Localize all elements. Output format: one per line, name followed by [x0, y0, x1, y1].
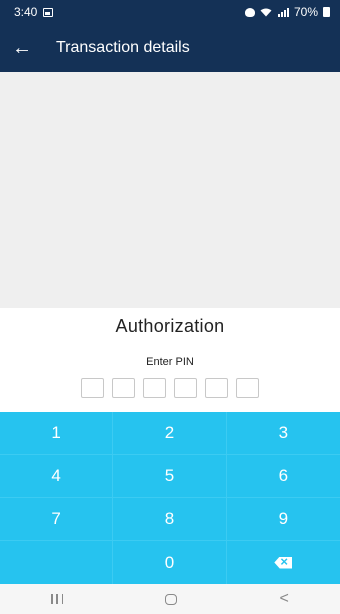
- empty-key: [0, 541, 114, 584]
- signal-icon: [277, 7, 289, 17]
- pin-digit-box[interactable]: [112, 378, 135, 398]
- pin-digit-box[interactable]: [236, 378, 259, 398]
- status-time: 3:40: [14, 5, 38, 19]
- battery-icon: [323, 7, 330, 17]
- authorization-title: Authorization: [115, 316, 225, 336]
- pin-digit-box[interactable]: [205, 378, 228, 398]
- key-label: 5: [164, 466, 175, 485]
- key-label: 8: [164, 509, 175, 528]
- key-8[interactable]: 8: [113, 498, 227, 541]
- key-label: 6: [278, 466, 289, 485]
- key-7[interactable]: 7: [0, 498, 114, 541]
- key-1[interactable]: 1: [0, 412, 114, 455]
- screen: 3:40 70% ← Transaction details Authoriza…: [0, 0, 340, 614]
- transaction-details-area: [0, 72, 340, 308]
- numeric-keypad: 1 2 3 4 5 6 7 8 9 0: [0, 412, 340, 584]
- key-3[interactable]: 3: [226, 412, 340, 455]
- key-label: 1: [51, 423, 61, 442]
- back-button[interactable]: ←: [0, 24, 44, 72]
- key-label: 3: [278, 423, 289, 442]
- pin-digit-box[interactable]: [143, 378, 166, 398]
- arrow-left-icon: ←: [12, 36, 32, 59]
- wifi-icon: [260, 8, 272, 16]
- key-2[interactable]: 2: [113, 412, 227, 455]
- nav-back-icon[interactable]: <: [280, 590, 289, 608]
- image-notification-icon: [43, 7, 54, 17]
- key-4[interactable]: 4: [0, 455, 114, 498]
- key-6[interactable]: 6: [226, 455, 340, 498]
- pin-label: Enter PIN: [146, 356, 194, 368]
- key-label: 4: [51, 466, 61, 485]
- key-label: 7: [51, 509, 61, 528]
- alarm-icon: [244, 7, 255, 17]
- key-label: 9: [278, 509, 289, 528]
- app-bar: ← Transaction details: [0, 24, 340, 72]
- status-left: 3:40: [14, 5, 54, 19]
- battery-percent: 70%: [293, 5, 318, 19]
- status-right: 70%: [244, 5, 330, 19]
- pin-digit-box[interactable]: [174, 378, 197, 398]
- pin-digit-box[interactable]: [81, 378, 104, 398]
- system-nav-bar: <: [0, 584, 340, 614]
- backspace-key[interactable]: [227, 541, 340, 584]
- key-0[interactable]: 0: [113, 541, 227, 584]
- page-title: Transaction details: [56, 39, 190, 56]
- status-bar: 3:40 70%: [0, 0, 340, 24]
- key-label: 0: [164, 552, 175, 572]
- home-icon[interactable]: [165, 593, 178, 605]
- key-label: 2: [164, 423, 175, 442]
- pin-input-row[interactable]: [0, 378, 340, 398]
- key-5[interactable]: 5: [113, 455, 227, 498]
- key-9[interactable]: 9: [226, 498, 340, 541]
- recents-icon[interactable]: [51, 594, 64, 604]
- backspace-icon: [274, 556, 293, 569]
